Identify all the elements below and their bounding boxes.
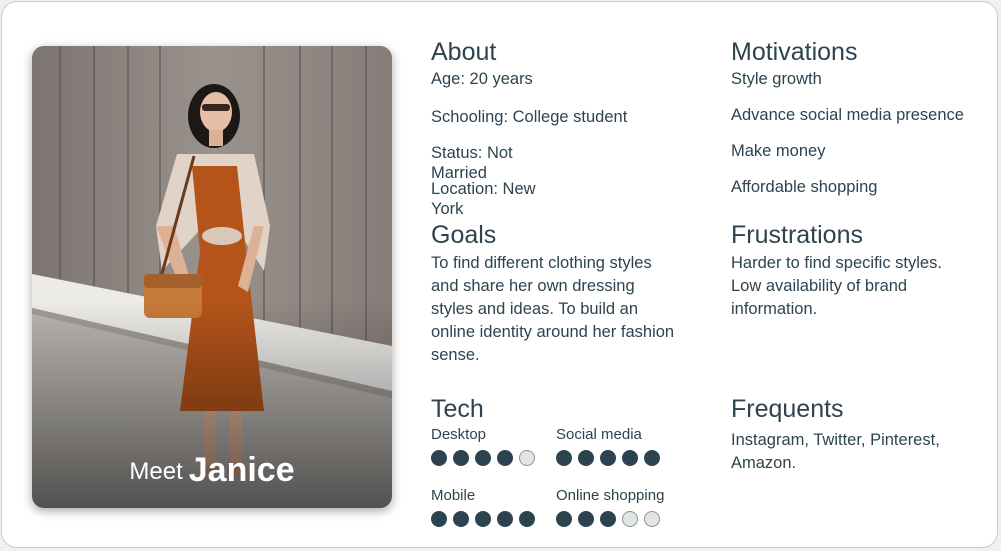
motivation-item: Advance social media presence xyxy=(731,106,964,124)
motivation-item: Affordable shopping xyxy=(731,178,878,196)
persona-photo: Meet Janice xyxy=(32,46,392,508)
rating-dot-filled xyxy=(431,511,447,527)
rating-dot-filled xyxy=(600,511,616,527)
rating-dot-empty xyxy=(644,511,660,527)
motivation-item: Make money xyxy=(731,142,826,160)
meet-prefix: Meet xyxy=(129,458,183,485)
rating-dot-filled xyxy=(497,450,513,466)
tech-label-desktop: Desktop xyxy=(431,426,487,443)
persona-card: Meet Janice About Age: 20 years Schooling… xyxy=(1,1,998,548)
rating-dot-filled xyxy=(497,511,513,527)
persona-illustration xyxy=(32,46,392,508)
rating-dot-filled xyxy=(644,450,660,466)
goals-text: To find different clothing styles and sh… xyxy=(431,254,675,364)
about-age: Age: 20 years xyxy=(431,70,533,88)
rating-dot-filled xyxy=(622,450,638,466)
tech-label-mobile: Mobile xyxy=(431,487,476,504)
persona-name: Janice xyxy=(188,451,295,489)
tech-heading: Tech xyxy=(431,395,484,423)
about-location: Location: New York xyxy=(431,180,536,218)
frequents-heading: Frequents xyxy=(731,395,844,423)
about-heading: About xyxy=(431,38,497,66)
rating-social-media xyxy=(556,450,660,466)
about-schooling: Schooling: College student xyxy=(431,108,628,126)
rating-dot-filled xyxy=(519,511,535,527)
rating-dot-filled xyxy=(453,450,469,466)
tech-label-online-shopping: Online shopping xyxy=(556,487,665,504)
frustrations-text: Harder to find specific styles. Low avai… xyxy=(731,254,942,318)
motivations-heading: Motivations xyxy=(731,38,858,66)
motivation-item: Style growth xyxy=(731,70,822,88)
rating-dot-filled xyxy=(453,511,469,527)
rating-mobile xyxy=(431,511,535,527)
rating-dot-empty xyxy=(519,450,535,466)
rating-dot-filled xyxy=(475,511,491,527)
rating-dot-filled xyxy=(431,450,447,466)
frustrations-heading: Frustrations xyxy=(731,221,863,249)
rating-desktop xyxy=(431,450,535,466)
rating-dot-filled xyxy=(475,450,491,466)
rating-dot-empty xyxy=(622,511,638,527)
rating-dot-filled xyxy=(600,450,616,466)
about-status: Status: Not Married xyxy=(431,144,513,182)
tech-label-social-media: Social media xyxy=(556,426,642,443)
rating-online-shopping xyxy=(556,511,660,527)
rating-dot-filled xyxy=(556,450,572,466)
goals-heading: Goals xyxy=(431,221,497,249)
rating-dot-filled xyxy=(578,511,594,527)
frequents-text: Instagram, Twitter, Pinterest, Amazon. xyxy=(731,431,940,472)
persona-caption: Meet Janice xyxy=(32,451,392,490)
rating-dot-filled xyxy=(556,511,572,527)
rating-dot-filled xyxy=(578,450,594,466)
